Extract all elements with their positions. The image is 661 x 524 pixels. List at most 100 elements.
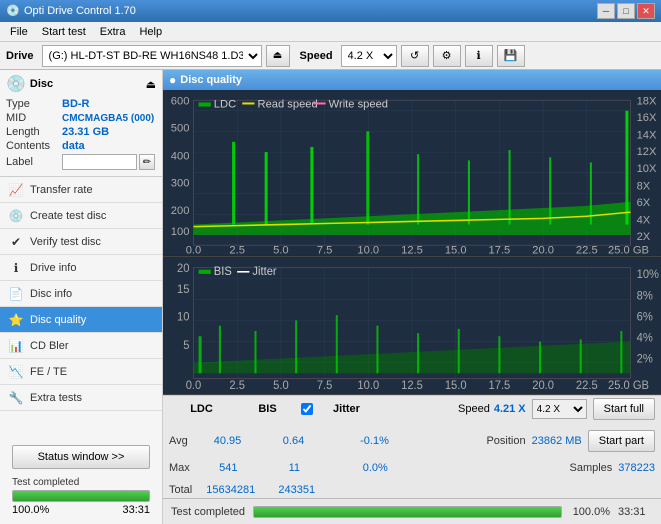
fe-te-icon: 📉 [8, 364, 24, 380]
jitter-stats: Jitter [319, 403, 374, 415]
svg-text:15.0: 15.0 [445, 244, 467, 255]
svg-text:10.0: 10.0 [357, 380, 379, 392]
sidebar-progress-area: Test completed 100.0% 33:31 [6, 473, 156, 520]
mid-value: CMCMAGBA5 (000) [62, 113, 154, 124]
position-val: 23862 MB [532, 435, 582, 447]
menu-help[interactable]: Help [133, 24, 168, 40]
titlebar: 💿 Opti Drive Control 1.70 ─ □ ✕ [0, 0, 661, 22]
svg-text:200: 200 [171, 205, 190, 217]
svg-text:8X: 8X [637, 180, 651, 192]
maximize-button[interactable]: □ [617, 3, 635, 19]
length-row: Length 23.31 GB [6, 126, 156, 138]
bis-stats: BIS [240, 403, 295, 415]
label-row: Label ✏ [6, 154, 156, 170]
nav-cd-bler-label: CD Bler [30, 340, 69, 352]
svg-text:7.5: 7.5 [317, 380, 333, 392]
nav-verify-disc[interactable]: ✔ Verify test disc [0, 229, 162, 255]
speed-dropdown[interactable]: 4.2 X [532, 399, 587, 419]
nav-items: 📈 Transfer rate 💿 Create test disc ✔ Ver… [0, 177, 162, 437]
svg-text:0.0: 0.0 [186, 244, 202, 255]
progress-row: 100.0% 33:31 [12, 504, 150, 516]
bottom-progress-fill [254, 507, 561, 517]
stats-row-avg: Avg 40.95 0.64 -0.1% Position 23862 MB S… [169, 430, 655, 452]
app-title: Opti Drive Control 1.70 [24, 5, 597, 17]
speed-select[interactable]: 4.2 X [341, 45, 397, 67]
svg-text:500: 500 [171, 122, 190, 134]
stats-row-max: Max 541 11 0.0% Samples 378223 [169, 462, 655, 474]
nav-cd-bler[interactable]: 📊 CD Bler [0, 333, 162, 359]
max-ldc: 541 [196, 462, 261, 474]
status-window-button[interactable]: Status window >> [12, 445, 150, 469]
ldc-stats: LDC [169, 403, 234, 415]
start-part-button[interactable]: Start part [588, 430, 655, 452]
nav-create-test[interactable]: 💿 Create test disc [0, 203, 162, 229]
jitter-checkbox[interactable] [301, 403, 313, 415]
app-icon: 💿 [6, 4, 20, 18]
menu-extra[interactable]: Extra [94, 24, 132, 40]
create-test-icon: 💿 [8, 208, 24, 224]
settings-button[interactable]: ⚙ [433, 45, 461, 67]
close-button[interactable]: ✕ [637, 3, 655, 19]
sidebar-progress-fill [13, 491, 149, 501]
nav-drive-info[interactable]: ℹ Drive info [0, 255, 162, 281]
nav-fe-te[interactable]: 📉 FE / TE [0, 359, 162, 385]
bottom-chart-svg: 20 15 10 5 10% 8% 6% 4% 2% 0.0 2.5 5.0 7… [163, 257, 661, 394]
nav-verify-disc-label: Verify test disc [30, 236, 101, 248]
start-full-button[interactable]: Start full [593, 398, 655, 420]
svg-text:6%: 6% [637, 311, 653, 323]
total-bis: 243351 [269, 484, 324, 496]
speed-label: Speed [300, 50, 333, 62]
samples-label: Samples [569, 462, 612, 474]
max-jitter: 0.0% [348, 462, 403, 474]
length-value: 23.31 GB [62, 126, 109, 138]
disc-quality-icon: ⭐ [8, 312, 24, 328]
svg-text:100: 100 [171, 226, 190, 238]
svg-text:0.0: 0.0 [186, 380, 202, 392]
bottom-chart: 20 15 10 5 10% 8% 6% 4% 2% 0.0 2.5 5.0 7… [163, 257, 661, 395]
refresh-button[interactable]: ↺ [401, 45, 429, 67]
svg-text:22.5: 22.5 [576, 244, 598, 255]
length-label: Length [6, 126, 62, 138]
nav-disc-info[interactable]: 📄 Disc info [0, 281, 162, 307]
speed-header: Speed [458, 403, 490, 415]
nav-fe-te-label: FE / TE [30, 366, 67, 378]
label-input[interactable] [62, 154, 137, 170]
save-button[interactable]: 💾 [497, 45, 525, 67]
mid-row: MID CMCMAGBA5 (000) [6, 112, 156, 124]
nav-disc-quality[interactable]: ⭐ Disc quality [0, 307, 162, 333]
menu-file[interactable]: File [4, 24, 34, 40]
svg-text:5.0: 5.0 [273, 244, 289, 255]
svg-text:12.5: 12.5 [401, 380, 423, 392]
svg-text:5: 5 [183, 339, 189, 351]
minimize-button[interactable]: ─ [597, 3, 615, 19]
jitter-check-area [301, 403, 313, 415]
window-controls: ─ □ ✕ [597, 3, 655, 19]
nav-transfer-rate[interactable]: 📈 Transfer rate [0, 177, 162, 203]
max-bis: 11 [267, 462, 322, 474]
label-edit-button[interactable]: ✏ [139, 154, 155, 170]
bottom-bar: Test completed 100.0% 33:31 [163, 498, 661, 524]
drive-select[interactable]: (G:) HL-DT-ST BD-RE WH16NS48 1.D3 [42, 45, 262, 67]
svg-text:6X: 6X [637, 197, 651, 209]
total-ldc: 15634281 [198, 484, 263, 496]
quality-header: ● Disc quality [163, 70, 661, 90]
disc-panel: 💿 Disc ⏏ Type BD-R MID CMCMAGBA5 (000) L… [0, 70, 162, 177]
disc-info-icon: 📄 [8, 286, 24, 302]
svg-text:15.0: 15.0 [445, 380, 467, 392]
contents-value: data [62, 140, 85, 152]
type-label: Type [6, 98, 62, 110]
speed-val: 4.21 X [494, 403, 526, 415]
svg-text:Jitter: Jitter [252, 265, 276, 277]
menu-starttest[interactable]: Start test [36, 24, 92, 40]
top-chart-svg: 600 500 400 300 200 100 18X 16X 14X 12X … [163, 90, 661, 256]
contents-label: Contents [6, 140, 62, 152]
nav-extra-tests[interactable]: 🔧 Extra tests [0, 385, 162, 411]
svg-text:600: 600 [171, 95, 190, 107]
svg-text:4%: 4% [637, 332, 653, 344]
svg-text:14X: 14X [637, 130, 657, 142]
disc-panel-icon: 💿 [6, 74, 26, 94]
sidebar-bottom: Status window >> Test completed 100.0% 3… [0, 437, 162, 524]
info-button[interactable]: ℹ [465, 45, 493, 67]
svg-text:LDC: LDC [214, 99, 236, 111]
eject-button[interactable]: ⏏ [266, 45, 290, 67]
